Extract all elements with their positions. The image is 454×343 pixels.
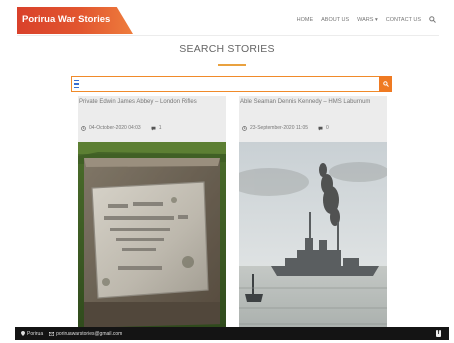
story-comment-count: 1	[158, 125, 162, 131]
header-divider	[17, 35, 439, 36]
nav-contact-us[interactable]: CONTACT US	[386, 17, 421, 23]
story-meta: 23-September-2020 11:05 0	[242, 125, 329, 131]
site-logo-banner[interactable]: Porirua War Stories	[17, 7, 133, 34]
search-bar	[71, 76, 392, 92]
map-pin-icon	[21, 331, 25, 336]
nav-home[interactable]: HOME	[297, 17, 314, 23]
footer-email-link[interactable]: poriruawarstories@gmail.com	[56, 331, 122, 337]
comment-icon	[151, 126, 156, 130]
field-options-icon[interactable]	[74, 80, 79, 88]
search-submit-button[interactable]	[379, 76, 392, 92]
main-navigation: HOME ABOUT US WARS ▾ CONTACT US	[297, 16, 436, 23]
envelope-icon	[49, 331, 55, 336]
story-meta: 04-October-2020 04:03 1	[81, 125, 161, 131]
site-logo-text[interactable]: Porirua War Stories	[22, 14, 110, 25]
clock-icon	[242, 125, 247, 131]
gravestone-photo[interactable]	[78, 142, 226, 336]
search-icon[interactable]	[429, 16, 436, 23]
facebook-icon[interactable]: f	[436, 330, 441, 337]
page-title: SEARCH STORIES	[179, 43, 275, 55]
story-title-link[interactable]: Private Edwin James Abbey – London Rifle…	[79, 99, 197, 105]
story-date: 23-September-2020 11:05	[250, 125, 309, 131]
clock-icon	[81, 125, 86, 131]
nav-wars-dropdown[interactable]: WARS ▾	[357, 17, 378, 23]
nav-about-us[interactable]: ABOUT US	[321, 17, 349, 23]
story-title-link[interactable]: Able Seaman Dennis Kennedy – HMS Laburnu…	[240, 99, 370, 105]
title-underline	[218, 64, 246, 66]
story-comment-count: 0	[326, 125, 329, 131]
footer-email[interactable]: poriruawarstories@gmail.com	[49, 331, 122, 337]
site-footer: Porirua poriruawarstories@gmail.com f	[15, 327, 449, 340]
story-card: Private Edwin James Abbey – London Rifle…	[78, 96, 226, 336]
search-input[interactable]	[81, 77, 371, 91]
search-submit-icon	[382, 81, 389, 87]
story-date: 04-October-2020 04:03	[89, 125, 141, 131]
footer-location-text: Porirua	[27, 330, 44, 337]
footer-location: Porirua	[21, 331, 43, 337]
warship-painting[interactable]	[239, 142, 387, 336]
story-card: Able Seaman Dennis Kennedy – HMS Laburnu…	[239, 96, 387, 336]
comment-icon	[318, 126, 323, 130]
